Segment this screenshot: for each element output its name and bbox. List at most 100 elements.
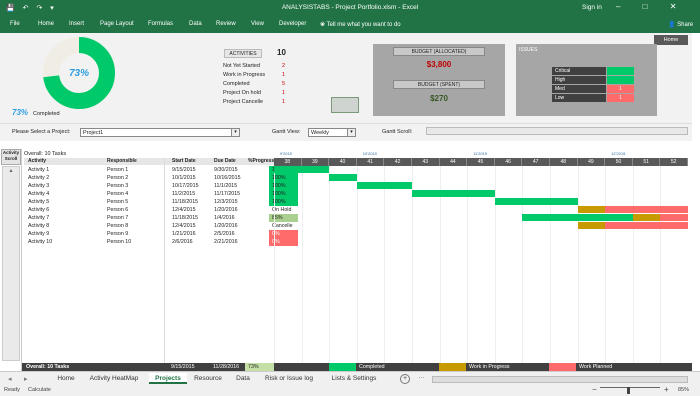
stat-label: Completed	[223, 81, 250, 87]
start-date-cell: 11/2/2015	[172, 191, 196, 197]
menu-data[interactable]: Data	[189, 21, 202, 27]
activity-cell: Activity 8	[28, 223, 50, 229]
issues-label: ISSUES	[519, 47, 538, 53]
selected-shape[interactable]	[331, 97, 359, 113]
due-date-cell: 10/16/2015	[214, 175, 241, 181]
responsible-cell: Person 5	[107, 199, 129, 205]
gantt-bar	[660, 214, 688, 221]
activities-total: 10	[277, 48, 286, 57]
menu-review[interactable]: Review	[216, 21, 236, 27]
zoom-level[interactable]: 85%	[678, 387, 689, 393]
chevron-right-icon[interactable]: ▸	[24, 375, 28, 383]
header-progress: %Progress	[248, 158, 275, 164]
chevron-down-icon[interactable]: ▾	[347, 129, 355, 136]
table-row: Activity 3 Person 3 10/17/2015 11/1/2015 100…	[24, 182, 298, 190]
stat-label: Project On hold	[223, 90, 261, 96]
legend-swatch-planned	[549, 363, 576, 371]
start-date-cell: 2/6/2016	[172, 239, 193, 245]
table-row: Activity 10 Person 10 2/6/2016 2/21/2016 0%	[24, 238, 298, 246]
zoom-slider[interactable]	[600, 387, 660, 388]
gantt-bar	[605, 206, 688, 213]
gantt-week-header: 46	[494, 158, 523, 166]
gantt-gridline	[550, 166, 551, 363]
due-date-cell: 11/17/2015	[214, 191, 241, 197]
due-date-cell: 9/30/2015	[214, 167, 238, 173]
chevron-left-icon[interactable]: ◂	[8, 375, 12, 383]
footer-start: 9/15/2015	[171, 364, 195, 370]
responsible-cell: Person 8	[107, 223, 129, 229]
tab-activity-heatmap[interactable]: Activity HeatMap	[84, 373, 144, 384]
gantt-week-header: 48	[550, 158, 578, 166]
tab-data[interactable]: Data	[230, 373, 256, 384]
menu-page-layout[interactable]: Page Layout	[100, 21, 134, 27]
gantt-scroll-bar[interactable]	[426, 127, 688, 135]
scroll-up-icon[interactable]: ▴	[3, 167, 19, 174]
zoom-in-button[interactable]: +	[664, 385, 669, 394]
tab-resource[interactable]: Resource	[190, 373, 226, 384]
stat-value: 2	[282, 63, 286, 69]
window-controls[interactable]: ‒ □ ✕	[616, 2, 686, 11]
menu-formulas[interactable]: Formulas	[148, 21, 173, 27]
gantt-gridline	[660, 166, 662, 363]
gantt-gridline	[632, 166, 634, 363]
budget-spent-value: $270	[430, 94, 448, 103]
start-date-cell: 12/4/2015	[172, 207, 196, 213]
share-button[interactable]: 👤 Share	[668, 21, 693, 28]
add-sheet-button[interactable]: +	[400, 374, 410, 384]
gantt-week-header: 51	[632, 158, 661, 166]
gantt-month-label: 11'2015	[473, 151, 488, 156]
menu-insert[interactable]: Insert	[69, 21, 84, 27]
tab-lists-settings[interactable]: Lists & Settings	[324, 373, 384, 384]
activity-cell: Activity 1	[28, 167, 50, 173]
start-date-cell: 11/18/2015	[172, 215, 199, 221]
menu-view[interactable]: View	[251, 21, 264, 27]
status-calculate[interactable]: Calculate	[28, 387, 51, 393]
tell-me-search[interactable]: ❀ Tell me what you want to do	[320, 21, 401, 28]
project-dropdown-value: Project1	[83, 130, 104, 136]
activity-cell: Activity 4	[28, 191, 50, 197]
gantt-bar	[577, 222, 606, 229]
activity-scroll-bar[interactable]: ▴	[2, 166, 20, 361]
tab-risk-log[interactable]: Risk or Issue log	[259, 373, 319, 384]
due-date-cell: 1/20/2016	[214, 223, 238, 229]
table-row: Activity 2 Person 2 10/1/2015 10/16/2015 100…	[24, 174, 298, 182]
home-button[interactable]: Home	[654, 35, 688, 45]
zoom-slider-handle[interactable]	[627, 387, 630, 394]
menu-file[interactable]: File	[10, 21, 20, 27]
issue-label: High	[552, 76, 606, 84]
gantt-week-header: 43	[412, 158, 440, 166]
tab-projects[interactable]: Projects	[149, 373, 187, 384]
responsible-cell: Person 3	[107, 183, 129, 189]
gantt-gridline	[274, 166, 275, 363]
sign-in-link[interactable]: Sign in	[582, 4, 602, 11]
menu-developer[interactable]: Developer	[279, 21, 306, 27]
gantt-bar	[605, 222, 688, 229]
table-row: Activity 7 Person 7 11/18/2015 1/4/2016 85%	[24, 214, 298, 222]
more-tabs-icon[interactable]: …	[418, 373, 425, 380]
table-row: Activity 9 Person 9 1/21/2016 2/5/2016 0%	[24, 230, 298, 238]
project-dropdown[interactable]: Project1 ▾	[80, 128, 240, 137]
budget-spent-label: BUDGET (SPENT)	[393, 80, 485, 89]
legend-planned: Work Planned	[579, 364, 613, 370]
horizontal-scroll-bar[interactable]	[432, 376, 688, 383]
gantt-bar	[356, 182, 412, 189]
stat-label: Project Cancelle	[223, 99, 264, 105]
zoom-out-button[interactable]: −	[592, 385, 597, 394]
activity-cell: Activity 7	[28, 215, 50, 221]
gantt-view-dropdown[interactable]: Weekly ▾	[308, 128, 356, 137]
due-date-cell: 1/4/2016	[214, 215, 235, 221]
chevron-down-icon[interactable]: ▾	[231, 129, 239, 136]
table-row: Activity 8 Person 8 12/4/2015 1/20/2016 Canc…	[24, 222, 293, 230]
due-date-cell: 2/21/2016	[214, 239, 238, 245]
gantt-view-value: Weekly	[311, 130, 329, 136]
gantt-week-header: 42	[384, 158, 412, 166]
stat-value: 1	[282, 72, 286, 78]
table-header: Activity Responsible Start Date Due Date…	[24, 158, 274, 165]
completed-label: Completed	[33, 111, 60, 117]
legend-in-progress: Work in Progress	[469, 364, 510, 370]
donut-percent-label: 73%	[68, 68, 89, 79]
menu-home[interactable]: Home	[38, 21, 54, 27]
activity-scroll-label: Activity Scroll	[1, 149, 21, 165]
gantt-scroll-label: Gantt Scroll:	[382, 129, 413, 135]
tab-home[interactable]: Home	[52, 373, 80, 384]
